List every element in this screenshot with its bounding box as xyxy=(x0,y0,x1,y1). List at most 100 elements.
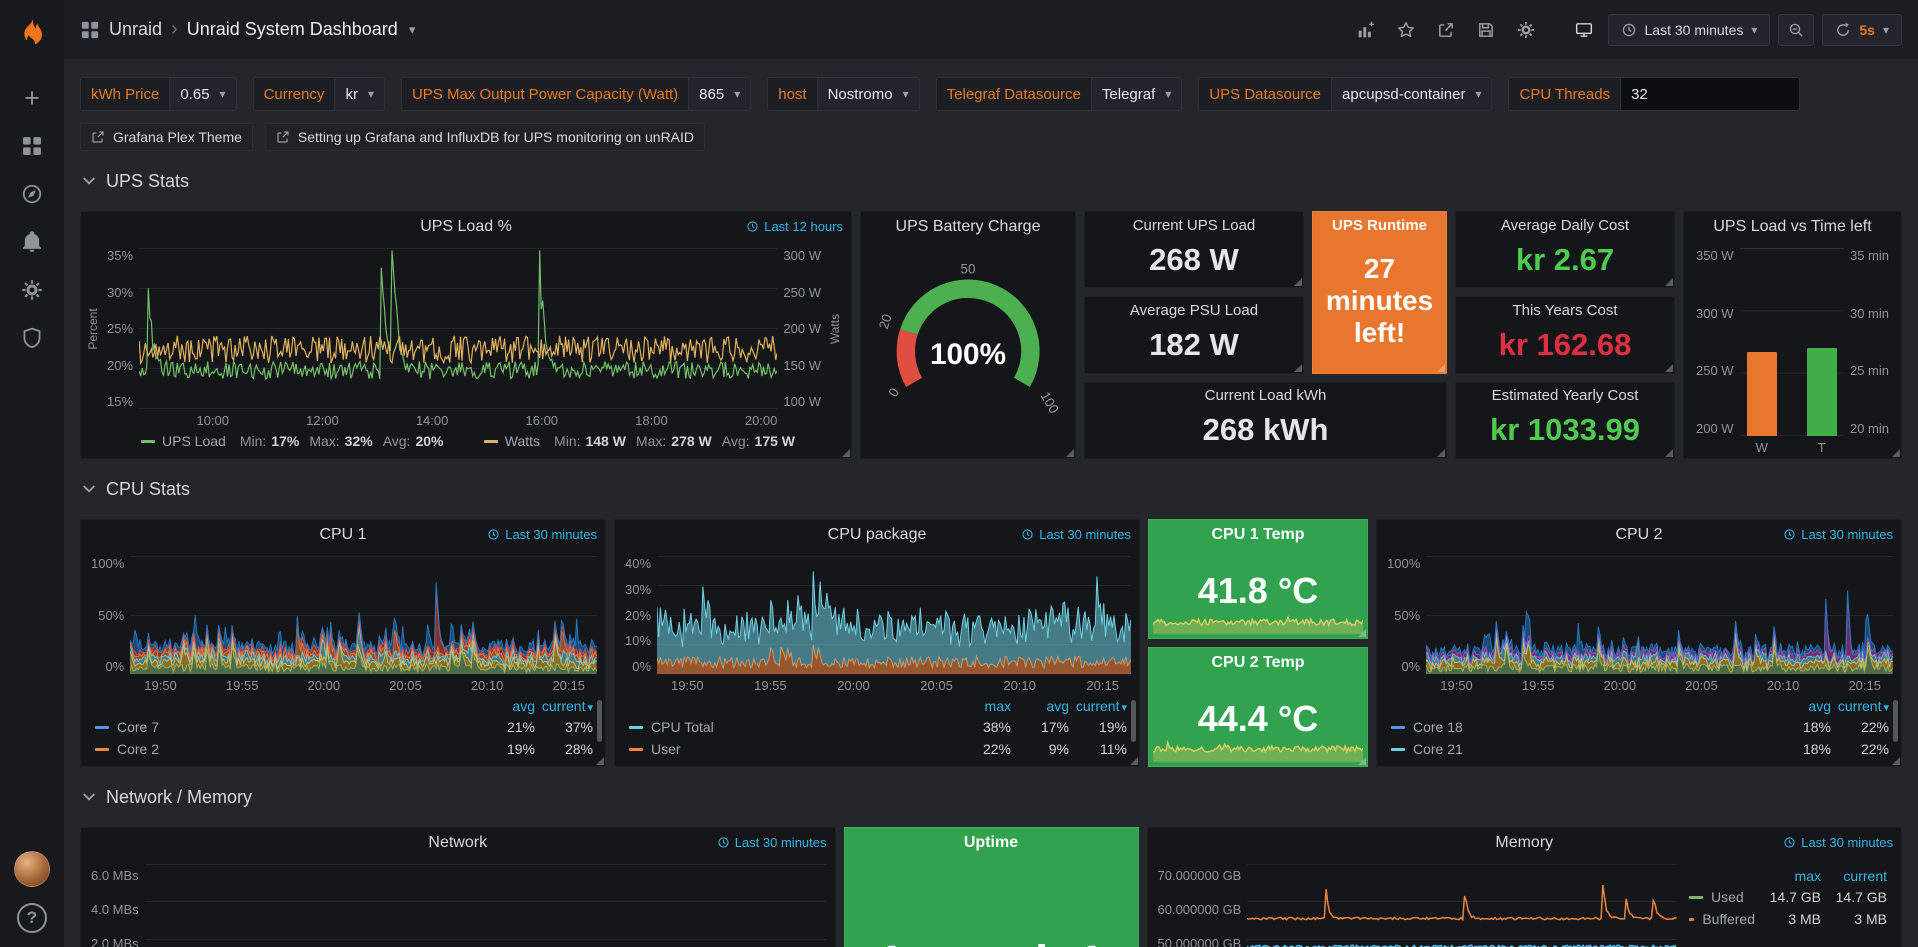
zoom-out-time-button[interactable] xyxy=(1778,14,1814,46)
legend-scrollbar[interactable] xyxy=(597,700,602,742)
cycle-view-button[interactable] xyxy=(1568,14,1600,46)
legend-value: 22% xyxy=(1831,719,1889,735)
row-header-ups-stats[interactable]: UPS Stats xyxy=(80,151,1902,211)
panel-resize-handle[interactable] xyxy=(1130,757,1138,765)
series-name[interactable]: Used xyxy=(1689,889,1755,905)
caret-down-icon[interactable]: ▾ xyxy=(409,22,416,38)
series-name[interactable]: CPU Total xyxy=(629,719,953,735)
refresh-picker[interactable]: 5s ▾ xyxy=(1822,14,1902,46)
time-range-picker[interactable]: Last 30 minutes ▾ xyxy=(1608,14,1771,46)
save-dashboard-button[interactable] xyxy=(1470,14,1502,46)
sidebar-item-server-admin[interactable] xyxy=(10,316,54,360)
panel-resize-handle[interactable] xyxy=(1437,449,1445,457)
panel-resize-handle[interactable] xyxy=(1294,278,1302,286)
user-avatar[interactable] xyxy=(14,851,50,887)
variable-value-dropdown[interactable]: 0.65▾ xyxy=(169,77,236,111)
legend-col-header[interactable]: max xyxy=(1755,868,1821,884)
panel-title[interactable]: Average Daily Cost xyxy=(1456,212,1674,238)
add-panel-button[interactable] xyxy=(1350,14,1382,46)
panel-resize-handle[interactable] xyxy=(1437,364,1445,372)
panel-title[interactable]: Current UPS Load xyxy=(1085,212,1303,238)
legend-col-header[interactable]: current▾ xyxy=(1831,698,1889,714)
bar-chart-plot[interactable] xyxy=(1740,248,1844,436)
panel-time-override[interactable]: Last 12 hours xyxy=(746,219,843,234)
variable-value-dropdown[interactable]: 865▾ xyxy=(688,77,751,111)
cpu1-plot[interactable] xyxy=(130,556,597,674)
breadcrumb-dashboard-title[interactable]: Unraid System Dashboard xyxy=(187,19,398,40)
memory-plot[interactable] xyxy=(1247,864,1677,947)
panel-title[interactable]: CPU 2 Temp xyxy=(1149,648,1367,678)
panel-title[interactable]: CPU 1 Temp xyxy=(1149,520,1367,550)
panel-time-override[interactable]: Last 30 minutes xyxy=(717,835,827,850)
legend-value: 37% xyxy=(535,719,593,735)
series-name[interactable]: Core 2 xyxy=(95,741,477,757)
panel-time-override[interactable]: Last 30 minutes xyxy=(1021,527,1131,542)
panel-resize-handle[interactable] xyxy=(1294,364,1302,372)
legend-col-header[interactable]: avg xyxy=(1773,698,1831,714)
dashboard-settings-button[interactable] xyxy=(1510,14,1542,46)
panel-title[interactable]: Estimated Yearly Cost xyxy=(1456,383,1674,409)
panel-title[interactable]: Uptime xyxy=(845,828,1138,858)
panel-resize-handle[interactable] xyxy=(1892,449,1900,457)
variable-value-dropdown[interactable]: Nostromo▾ xyxy=(817,77,920,111)
legend-scrollbar[interactable] xyxy=(1893,700,1898,742)
variable-value-dropdown[interactable]: kr▾ xyxy=(334,77,385,111)
legend-col-header[interactable]: avg xyxy=(477,698,535,714)
help-button[interactable]: ? xyxy=(17,903,47,933)
series-name[interactable]: Core 21 xyxy=(1391,741,1773,757)
legend-col-header[interactable]: avg xyxy=(1011,698,1069,714)
sidebar-item-alerting[interactable] xyxy=(10,220,54,264)
panel-resize-handle[interactable] xyxy=(1358,757,1366,765)
sidebar-item-dashboards[interactable] xyxy=(10,124,54,168)
panel-resize-handle[interactable] xyxy=(1066,449,1074,457)
panel-resize-handle[interactable] xyxy=(842,449,850,457)
variable-value-dropdown[interactable]: Telegraf▾ xyxy=(1091,77,1182,111)
panel-title[interactable]: UPS Load % xyxy=(81,212,851,242)
legend-col-header[interactable]: current xyxy=(1821,868,1887,884)
cpu2-plot[interactable] xyxy=(1426,556,1893,674)
series-name[interactable]: UPS Load xyxy=(162,433,226,449)
series-name[interactable]: Core 18 xyxy=(1391,719,1773,735)
variable-value-dropdown[interactable]: apcupsd-container▾ xyxy=(1331,77,1492,111)
legend-col-header[interactable]: current▾ xyxy=(535,698,593,714)
panel-title[interactable]: UPS Load vs Time left xyxy=(1684,212,1901,242)
cpu-threads-input[interactable] xyxy=(1620,77,1800,111)
sidebar-item-explore[interactable] xyxy=(10,172,54,216)
sidebar-item-create[interactable]: + xyxy=(10,76,54,120)
panel-time-override[interactable]: Last 30 minutes xyxy=(1783,835,1893,850)
row-header-cpu-stats[interactable]: CPU Stats xyxy=(80,459,1902,519)
panel-resize-handle[interactable] xyxy=(596,757,604,765)
star-dashboard-button[interactable] xyxy=(1390,14,1422,46)
gear-icon xyxy=(1517,21,1535,39)
series-name[interactable]: Buffered xyxy=(1689,911,1755,927)
panel-resize-handle[interactable] xyxy=(1892,757,1900,765)
panel-resize-handle[interactable] xyxy=(1665,449,1673,457)
row-header-network-memory[interactable]: Network / Memory xyxy=(80,767,1902,827)
legend-col-header[interactable]: current▾ xyxy=(1069,698,1127,714)
grafana-logo-icon[interactable] xyxy=(11,10,53,52)
panel-time-override[interactable]: Last 30 minutes xyxy=(487,527,597,542)
sidebar-item-configuration[interactable] xyxy=(10,268,54,312)
series-name[interactable]: Core 7 xyxy=(95,719,477,735)
panel-title[interactable]: Current Load kWh xyxy=(1085,383,1446,409)
share-dashboard-button[interactable] xyxy=(1430,14,1462,46)
network-plot[interactable] xyxy=(145,864,827,947)
panel-resize-handle[interactable] xyxy=(1665,364,1673,372)
cpu-package-plot[interactable] xyxy=(657,556,1131,674)
legend-scrollbar[interactable] xyxy=(1131,700,1136,742)
panel-title[interactable]: UPS Runtime xyxy=(1313,212,1446,238)
series-name[interactable]: User xyxy=(629,741,953,757)
panel-title[interactable]: Average PSU Load xyxy=(1085,297,1303,323)
dashboard-link-ups-guide[interactable]: Setting up Grafana and InfluxDB for UPS … xyxy=(265,123,705,151)
legend-col-header[interactable]: max xyxy=(953,698,1011,714)
y-axis-right: 300 W 250 W 200 W 150 W 100 W xyxy=(777,248,827,409)
breadcrumb-folder[interactable]: Unraid xyxy=(109,19,162,40)
dashboard-link-plex-theme[interactable]: Grafana Plex Theme xyxy=(80,123,253,151)
series-name[interactable]: Watts xyxy=(505,433,540,449)
panel-title[interactable]: This Years Cost xyxy=(1456,297,1674,323)
ups-load-plot[interactable] xyxy=(139,248,777,409)
panel-title[interactable]: UPS Battery Charge xyxy=(861,212,1075,242)
panel-time-override[interactable]: Last 30 minutes xyxy=(1783,527,1893,542)
panel-resize-handle[interactable] xyxy=(1665,278,1673,286)
panel-resize-handle[interactable] xyxy=(1358,629,1366,637)
